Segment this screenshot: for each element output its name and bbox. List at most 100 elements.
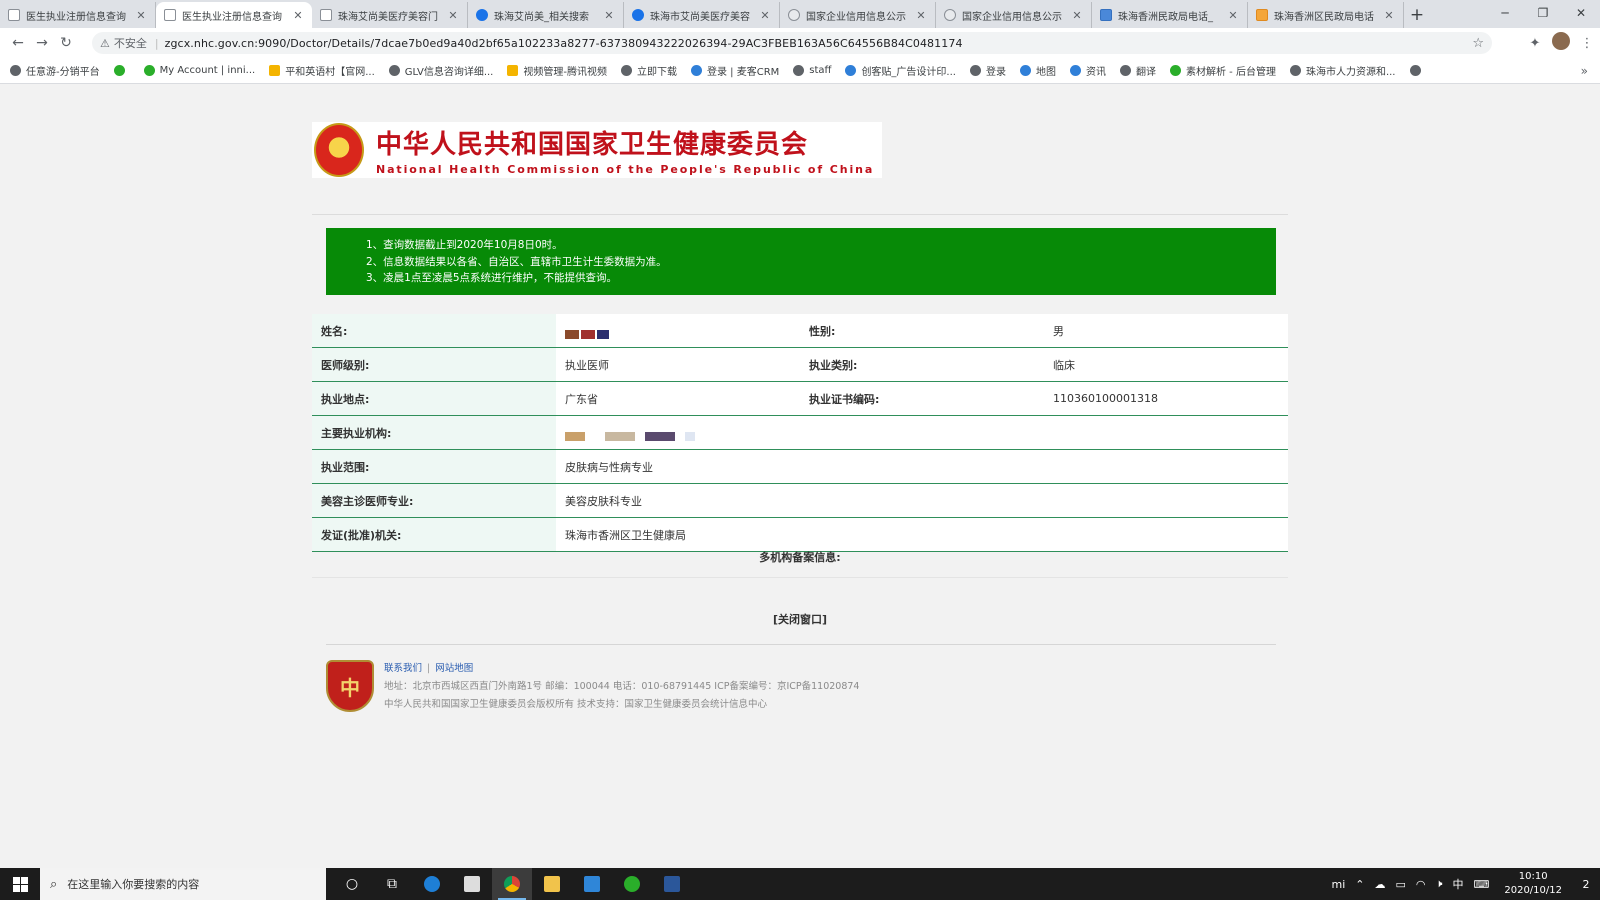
- minimize-icon[interactable]: ─: [1486, 0, 1524, 26]
- bookmark-item[interactable]: GLV信息咨询详细...: [388, 63, 493, 78]
- bookmark-item[interactable]: 珠海市人力资源和...: [1289, 63, 1396, 78]
- taskbar-search-input[interactable]: ⌕ 在这里输入你要搜索的内容: [40, 868, 326, 900]
- category-label: 执业类别:: [800, 348, 1044, 381]
- doc-icon: [320, 9, 332, 21]
- location-value: 广东省: [556, 382, 800, 415]
- extensions-icon[interactable]: ✦: [1522, 36, 1548, 51]
- bookmark-item[interactable]: 创客贴_广告设计印...: [845, 63, 956, 78]
- bookmark-item[interactable]: 视频管理-腾讯视频: [507, 63, 607, 78]
- close-icon[interactable]: ✕: [1227, 9, 1239, 22]
- national-emblem-icon: ★: [314, 123, 364, 177]
- doctor-info-table: 姓名: 性别: 男 医师级别: 执业医师 执业类别: 临床 执业地点: 广东省 …: [312, 314, 1288, 552]
- chevron-up-icon[interactable]: ⌃: [1355, 878, 1364, 891]
- close-icon[interactable]: ✕: [1071, 9, 1083, 22]
- clock[interactable]: 10:10 2020/10/12: [1504, 870, 1562, 898]
- restore-icon[interactable]: ❐: [1524, 0, 1562, 26]
- bookmark-star-icon[interactable]: ☆: [1472, 36, 1484, 51]
- bookmark-item[interactable]: 登录: [969, 63, 1006, 78]
- reload-icon[interactable]: ↻: [54, 35, 78, 51]
- bookmark-item[interactable]: My Account | inni...: [143, 65, 255, 76]
- close-icon[interactable]: ✕: [135, 9, 147, 22]
- bookmark-item[interactable]: 地图: [1019, 63, 1056, 78]
- ime-indicator[interactable]: 中: [1452, 876, 1463, 892]
- url-text[interactable]: zgcx.nhc.gov.cn:9090/Doctor/Details/7dca…: [165, 37, 963, 50]
- footer-address: 地址：北京市西城区西直门外南路1号 邮编：100044 电话：010-68791…: [384, 681, 860, 692]
- forward-icon[interactable]: →: [30, 35, 54, 51]
- tab-doctor-query-1[interactable]: 医生执业注册信息查询 ✕: [0, 2, 156, 28]
- table-row: 执业地点: 广东省 执业证书编码: 110360100001318: [312, 382, 1288, 416]
- tab-doctor-query-2[interactable]: 医生执业注册信息查询 ✕: [156, 2, 312, 28]
- site-header: ★ 中华人民共和国国家卫生健康委员会 National Health Commi…: [312, 122, 882, 178]
- bookmark-item[interactable]: 资讯: [1069, 63, 1106, 78]
- tab-credit-info-2[interactable]: 国家企业信用信息公示 ✕: [936, 2, 1092, 28]
- start-button[interactable]: [0, 868, 40, 900]
- battery-icon[interactable]: ▭: [1396, 878, 1406, 891]
- bookmarks-overflow-icon[interactable]: »: [1581, 64, 1588, 78]
- cloud-icon[interactable]: ☁: [1375, 878, 1386, 891]
- new-tab-button[interactable]: +: [1404, 2, 1430, 28]
- file-explorer-icon[interactable]: [532, 868, 572, 900]
- wechat-icon[interactable]: [612, 868, 652, 900]
- globe-icon: [944, 9, 956, 21]
- tab-credit-info-1[interactable]: 国家企业信用信息公示 ✕: [780, 2, 936, 28]
- keyboard-icon[interactable]: ⌨: [1473, 878, 1489, 891]
- profile-avatar[interactable]: [1548, 32, 1574, 54]
- tab-aishangmei-clinic[interactable]: 珠海艾尚美医疗美容门 ✕: [312, 2, 468, 28]
- close-icon[interactable]: ✕: [603, 9, 615, 22]
- close-icon[interactable]: ✕: [292, 9, 304, 22]
- mail-icon[interactable]: [572, 868, 612, 900]
- back-icon[interactable]: ←: [6, 35, 30, 51]
- notice-banner: 1、查询数据截止到2020年10月8日0时。 2、信息数据结果以各省、自治区、直…: [326, 228, 1276, 295]
- tab-civil-affairs-2[interactable]: 珠海香洲区民政局电话 ✕: [1248, 2, 1404, 28]
- close-icon[interactable]: ✕: [1383, 9, 1395, 22]
- speaker-muted-icon[interactable]: 🕨: [1436, 877, 1443, 891]
- bookmark-item[interactable]: [1409, 65, 1426, 76]
- divider: [326, 644, 1276, 645]
- url-input[interactable]: ⚠ 不安全 | zgcx.nhc.gov.cn:9090/Doctor/Deta…: [92, 32, 1492, 54]
- bookmark-item[interactable]: 登录 | 麦客CRM: [690, 63, 779, 78]
- task-view-icon[interactable]: ⧉: [372, 868, 412, 900]
- close-icon[interactable]: ✕: [447, 9, 459, 22]
- warning-icon[interactable]: ⚠: [100, 37, 110, 50]
- close-icon[interactable]: ✕: [759, 9, 771, 22]
- close-window-icon[interactable]: ✕: [1562, 0, 1600, 26]
- cortana-icon[interactable]: ○: [332, 868, 372, 900]
- cert-value: 110360100001318: [1044, 382, 1288, 415]
- bookmark-item[interactable]: [113, 65, 130, 76]
- notice-line: 1、查询数据截止到2020年10月8日0时。: [366, 239, 563, 251]
- bookmark-item[interactable]: 平和英语村【官网...: [269, 63, 375, 78]
- close-window-link[interactable]: [关闭窗口]: [312, 611, 1288, 627]
- wifi-icon[interactable]: ◠: [1416, 878, 1426, 891]
- edge-icon[interactable]: [412, 868, 452, 900]
- tab-aishangmei-search[interactable]: 珠海艾尚美_相关搜索 ✕: [468, 2, 624, 28]
- divider: |: [154, 36, 159, 50]
- store-icon[interactable]: [452, 868, 492, 900]
- sitemap-link[interactable]: 网站地图: [435, 663, 473, 674]
- bookmark-item[interactable]: 任意游-分销平台: [10, 63, 100, 78]
- notification-center-icon[interactable]: 2: [1572, 868, 1600, 900]
- word-icon[interactable]: [652, 868, 692, 900]
- bookmark-item[interactable]: 翻译: [1119, 63, 1156, 78]
- menu-icon[interactable]: ⋮: [1574, 36, 1600, 51]
- notice-line: 2、信息数据结果以各省、自治区、直辖市卫生计生委数据为准。: [366, 255, 667, 268]
- browser-tab-bar: 医生执业注册信息查询 ✕ 医生执业注册信息查询 ✕ 珠海艾尚美医疗美容门 ✕ 珠海艾尚…: [0, 0, 1600, 28]
- globe-icon: [1409, 65, 1421, 76]
- bookmarks-bar: 任意游-分销平台 My Account | inni... 平和英语村【官网..…: [0, 58, 1600, 84]
- taskbar-apps: ○ ⧉: [332, 868, 692, 900]
- map-pin-icon: [1019, 65, 1031, 76]
- address-bar: ← → ↻ ⚠ 不安全 | zgcx.nhc.gov.cn:9090/Docto…: [0, 28, 1600, 58]
- security-label[interactable]: 不安全: [114, 35, 147, 51]
- search-icon: ⌕: [50, 876, 58, 892]
- bookmark-item[interactable]: 立即下载: [620, 63, 677, 78]
- bookmark-item[interactable]: 素材解析 - 后台管理: [1169, 63, 1276, 78]
- close-icon[interactable]: ✕: [915, 9, 927, 22]
- contact-us-link[interactable]: 联系我们: [384, 663, 422, 674]
- chrome-icon[interactable]: [492, 868, 532, 900]
- globe-icon: [1119, 65, 1131, 76]
- tab-aishangmei-medical[interactable]: 珠海市艾尚美医疗美容 ✕: [624, 2, 780, 28]
- tab-civil-affairs-1[interactable]: 珠海香洲民政局电话_ ✕: [1092, 2, 1248, 28]
- search-placeholder: 在这里输入你要搜索的内容: [67, 878, 200, 891]
- level-value: 执业医师: [556, 348, 800, 381]
- bookmark-item[interactable]: staff: [793, 65, 831, 76]
- mi-icon[interactable]: mi: [1332, 878, 1346, 891]
